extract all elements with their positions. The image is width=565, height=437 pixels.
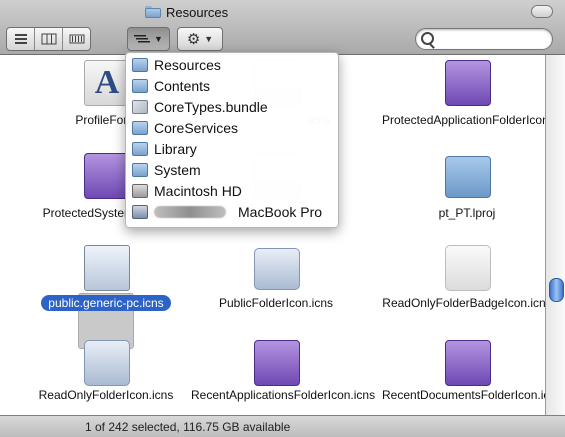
selected-file-name: public.generic-pc.icns	[41, 295, 171, 311]
column-view-button[interactable]	[35, 28, 63, 50]
bundle-icon	[132, 100, 148, 114]
file-name: pt_PT.lproj	[438, 206, 496, 220]
status-text: 1 of 242 selected, 116.75 GB available	[85, 420, 291, 434]
computer-icon	[132, 205, 148, 219]
folder-icon	[145, 6, 161, 18]
file-item[interactable]: ReadOnlyFolderBadgeIcon.icns	[382, 240, 545, 330]
file-name: RecentApplicationsFolderIcon.icns	[191, 388, 376, 402]
file-item[interactable]: RecentApplicationsFolderIcon.icns	[191, 335, 376, 415]
status-bar: 1 of 242 selected, 116.75 GB available	[0, 415, 565, 437]
file-item[interactable]: RecentDocumentsFolderIcon.icns	[382, 335, 545, 415]
window-title-text: Resources	[166, 4, 229, 20]
action-button[interactable]: ⚙ ▼	[177, 27, 223, 51]
folder-icon	[132, 163, 148, 177]
folder-icon	[132, 58, 148, 72]
vertical-scrollbar[interactable]	[545, 55, 565, 415]
path-menu-item-label: CoreServices	[154, 120, 239, 136]
file-item[interactable]: pt_PT.lproj	[382, 150, 545, 240]
font-file-icon: A	[84, 60, 130, 106]
path-menu-item-computer[interactable]: MacBook Pro	[132, 202, 332, 222]
title-toolbar-bar: Resources ▼ ⚙ ▼	[0, 0, 565, 55]
finder-window: Resources ▼ ⚙ ▼ A ProfileFont. Protected…	[0, 0, 565, 437]
file-name: PublicFolderIcon.icns	[218, 296, 334, 310]
path-menu-item-label: System	[154, 162, 201, 178]
folder-icon	[132, 121, 148, 135]
folder-icon	[132, 142, 148, 156]
hard-drive-icon	[132, 184, 148, 198]
path-menu-item-label: MacBook Pro	[238, 204, 323, 220]
path-popup-button[interactable]: ▼	[127, 27, 170, 51]
file-item[interactable]: ProtectedApplicationFolderIcon.icns	[382, 55, 545, 145]
search-input[interactable]	[436, 31, 548, 47]
recent-apps-folder-icon	[254, 340, 300, 386]
file-item[interactable]: ReadOnlyFolderIcon.icns	[21, 335, 191, 415]
generic-pc-icon	[84, 245, 130, 291]
redacted-name	[154, 206, 226, 218]
path-menu-item-label: Resources	[154, 57, 221, 73]
file-item-selected[interactable]: public.generic-pc.icns	[21, 240, 191, 330]
public-folder-icon	[254, 248, 300, 290]
path-menu-item-label: CoreTypes.bundle	[154, 99, 268, 115]
path-menu-item-resources[interactable]: Resources	[132, 55, 332, 75]
file-name: ProtectedApplicationFolderIcon.icns	[382, 113, 545, 127]
toolbar-toggle-button[interactable]	[531, 5, 553, 18]
file-name: RecentDocumentsFolderIcon.icns	[382, 388, 545, 402]
path-menu-item-contents[interactable]: Contents	[132, 76, 332, 96]
path-menu-item-label: Macintosh HD	[154, 183, 242, 199]
file-name: ReadOnlyFolderIcon.icns	[38, 388, 174, 402]
protected-folder-icon	[84, 153, 130, 199]
readonly-folder-icon	[84, 340, 130, 386]
window-title: Resources	[145, 3, 228, 21]
list-lines-icon	[14, 34, 27, 44]
path-menu-item-system[interactable]: System	[132, 160, 332, 180]
search-field[interactable]	[415, 28, 553, 50]
list-icon	[134, 35, 151, 43]
folder-icon	[445, 156, 491, 198]
icon-view-button[interactable]	[7, 28, 35, 50]
file-item[interactable]: PublicFolderIcon.icns	[191, 240, 361, 330]
recent-docs-folder-icon	[445, 340, 491, 386]
scrollbar-thumb[interactable]	[549, 278, 564, 302]
folder-icon	[132, 79, 148, 93]
path-menu-item-library[interactable]: Library	[132, 139, 332, 159]
protected-folder-icon	[445, 60, 491, 106]
columns-icon	[41, 33, 56, 45]
coverflow-icon	[69, 34, 84, 44]
search-icon	[421, 32, 434, 45]
path-menu-item-label: Library	[154, 141, 197, 157]
path-menu-item-coretypes-bundle[interactable]: CoreTypes.bundle	[132, 97, 332, 117]
path-menu-item-coreservices[interactable]: CoreServices	[132, 118, 332, 138]
chevron-down-icon: ▼	[154, 34, 163, 44]
path-menu-item-label: Contents	[154, 78, 211, 94]
chevron-down-icon: ▼	[204, 34, 214, 44]
file-name: public.generic-pc.icns	[21, 295, 191, 311]
view-mode-segmented-control	[6, 27, 91, 51]
gear-icon: ⚙	[186, 31, 201, 48]
readonly-badge-icon	[445, 245, 491, 291]
file-name: ReadOnlyFolderBadgeIcon.icns	[382, 296, 545, 310]
path-menu-item-macintosh-hd[interactable]: Macintosh HD	[132, 181, 332, 201]
path-menu: Resources Contents CoreTypes.bundle Core…	[125, 52, 339, 228]
coverflow-view-button[interactable]	[63, 28, 90, 50]
